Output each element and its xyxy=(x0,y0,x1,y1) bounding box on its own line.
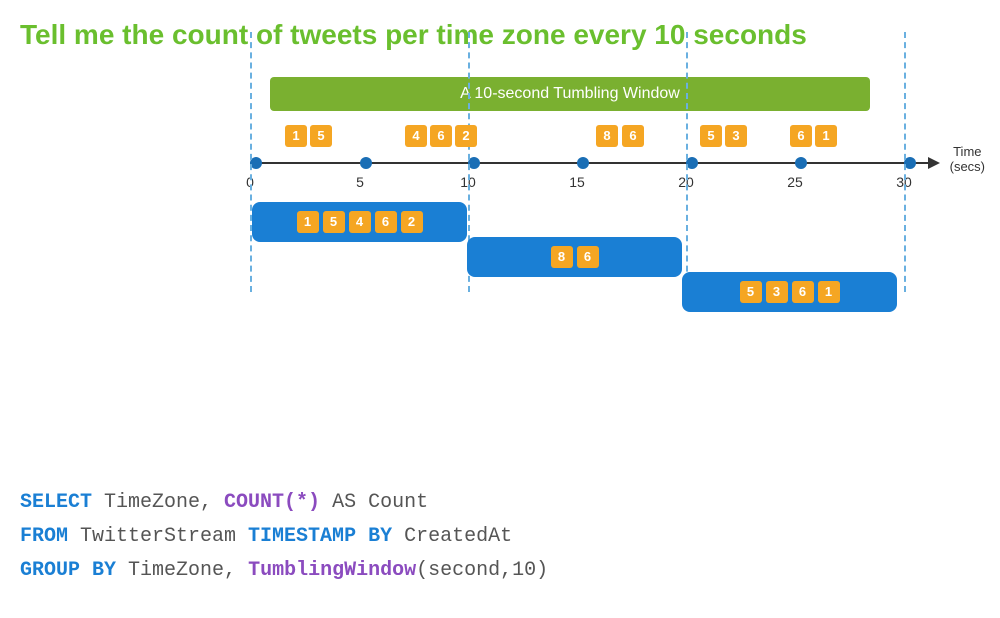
badge-3: 3 xyxy=(725,125,747,147)
diagram-area: A 10-second Tumbling Window Time(secs) 0… xyxy=(0,67,1000,407)
dashed-30 xyxy=(904,32,906,292)
kw-group: GROUP xyxy=(20,559,80,582)
badge-5a: 5 xyxy=(310,125,332,147)
kw-by2: BY xyxy=(80,559,116,582)
sql-line1-as: AS Count xyxy=(320,491,428,514)
timeline: Time(secs) 0 5 10 15 20 25 30 xyxy=(250,162,930,164)
kw-count: COUNT(*) xyxy=(224,491,320,514)
badge-5b: 5 xyxy=(700,125,722,147)
kw-select: SELECT xyxy=(20,491,92,514)
tick-25: 25 xyxy=(787,174,803,190)
badge-8: 8 xyxy=(596,125,618,147)
tumbling-banner: A 10-second Tumbling Window xyxy=(270,77,870,111)
dashed-0 xyxy=(250,32,252,292)
sql-line3-params: (second,10) xyxy=(416,559,548,582)
w3-badge-1: 1 xyxy=(818,281,840,303)
sql-line2-stream: TwitterStream xyxy=(68,525,248,548)
badge-4: 4 xyxy=(405,125,427,147)
timeline-label: Time(secs) xyxy=(950,144,985,175)
kw-tumbling: TumblingWindow xyxy=(248,559,416,582)
badge-2: 2 xyxy=(455,125,477,147)
kw-from: FROM xyxy=(20,525,68,548)
dot-15 xyxy=(577,157,589,169)
w3-badge-3: 3 xyxy=(766,281,788,303)
w3-badge-5: 5 xyxy=(740,281,762,303)
page-title: Tell me the count of tweets per time zon… xyxy=(0,0,1000,62)
badge-1b: 1 xyxy=(815,125,837,147)
tick-5: 5 xyxy=(356,174,364,190)
badge-1: 1 xyxy=(285,125,307,147)
badge-6a: 6 xyxy=(430,125,452,147)
w1-badge-5: 5 xyxy=(323,211,345,233)
sql-line-2: FROM TwitterStream TIMESTAMP BY CreatedA… xyxy=(20,520,548,554)
timeline-arrow xyxy=(928,157,940,169)
sql-area: SELECT TimeZone, COUNT(*) AS Count FROM … xyxy=(20,486,548,588)
w1-badge-4: 4 xyxy=(349,211,371,233)
sql-line-1: SELECT TimeZone, COUNT(*) AS Count xyxy=(20,486,548,520)
window-bar-1: 1 5 4 6 2 xyxy=(252,202,467,242)
w2-badge-6: 6 xyxy=(577,246,599,268)
window-bar-2: 8 6 xyxy=(467,237,682,277)
sql-line3-tz: TimeZone, xyxy=(116,559,248,582)
w3-badge-6: 6 xyxy=(792,281,814,303)
kw-by: BY xyxy=(356,525,392,548)
dashed-20 xyxy=(686,32,688,292)
w2-badge-8: 8 xyxy=(551,246,573,268)
badge-6b: 6 xyxy=(622,125,644,147)
sql-line1-tz: TimeZone, xyxy=(92,491,224,514)
sql-line-3: GROUP BY TimeZone, TumblingWindow(second… xyxy=(20,554,548,588)
w1-badge-1: 1 xyxy=(297,211,319,233)
dot-5 xyxy=(360,157,372,169)
window-bar-3: 5 3 6 1 xyxy=(682,272,897,312)
badge-6c: 6 xyxy=(790,125,812,147)
kw-timestamp: TIMESTAMP xyxy=(248,525,356,548)
sql-line2-created: CreatedAt xyxy=(392,525,512,548)
w1-badge-6: 6 xyxy=(375,211,397,233)
tick-15: 15 xyxy=(569,174,585,190)
dot-25 xyxy=(795,157,807,169)
w1-badge-2: 2 xyxy=(401,211,423,233)
